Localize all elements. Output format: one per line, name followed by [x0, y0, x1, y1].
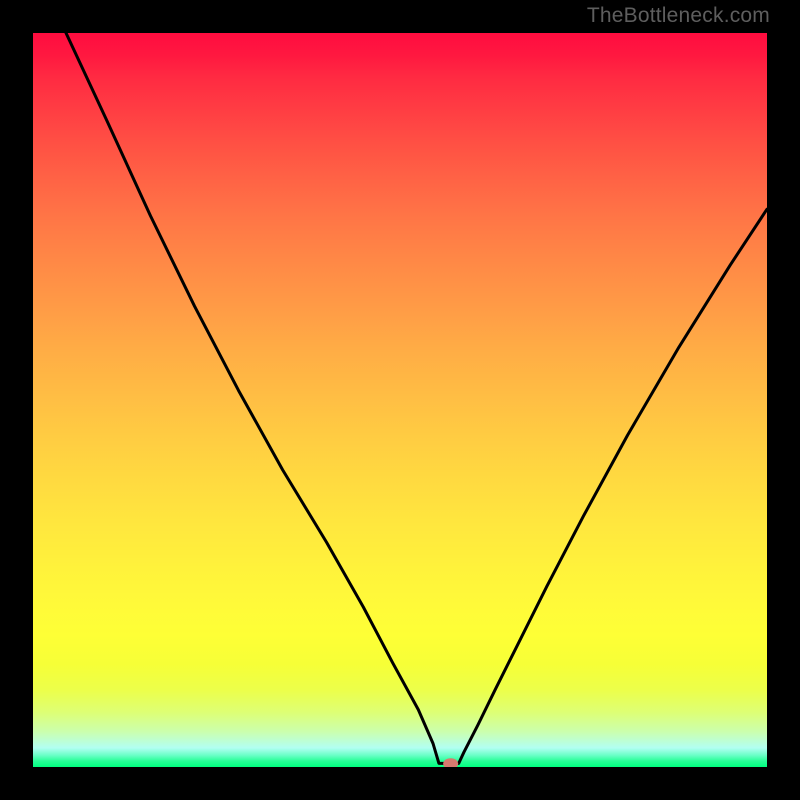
bottleneck-curve — [33, 33, 767, 763]
watermark-text: TheBottleneck.com — [587, 4, 770, 28]
optimal-point-marker — [443, 758, 458, 767]
plot-area — [33, 33, 767, 767]
chart-frame: TheBottleneck.com — [0, 0, 800, 800]
curve-layer — [33, 33, 767, 767]
